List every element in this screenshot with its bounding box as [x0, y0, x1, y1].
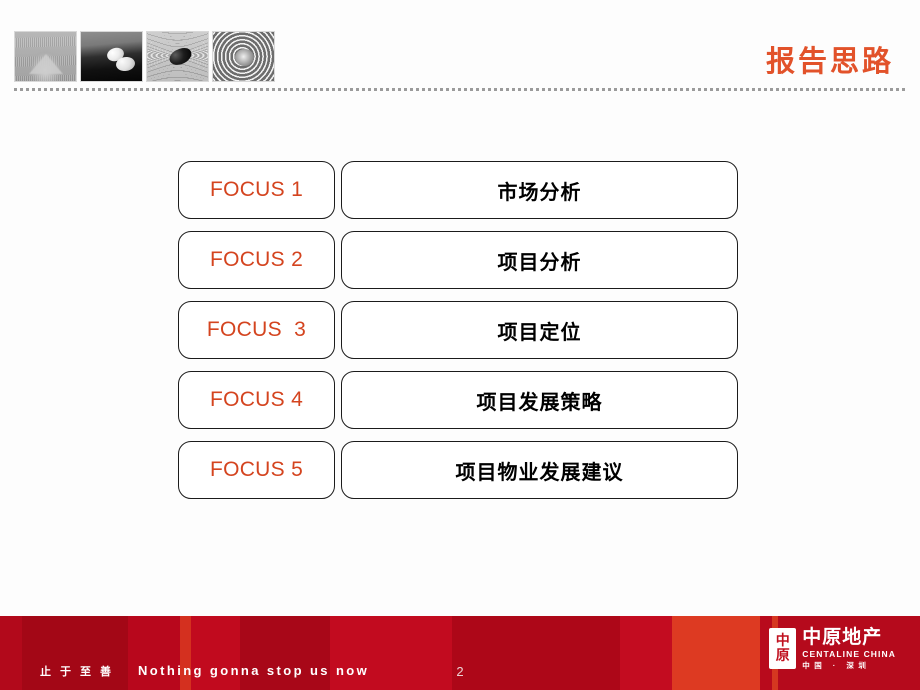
focus-label: FOCUS 5	[209, 458, 304, 481]
agenda-list: FOCUS 1 市场分析 FOCUS 2 项目分析 FOCUS 3 项目定位 F…	[178, 161, 738, 499]
header-image-strip	[14, 31, 275, 82]
logo-text-block: 中原地产 CENTALINE CHINA 中国 · 深圳	[802, 628, 896, 669]
agenda-row: FOCUS 3 项目定位	[178, 301, 738, 359]
topic-label: 项目分析	[497, 251, 582, 274]
white-pebbles-photo	[80, 31, 143, 82]
focus-label: FOCUS 3	[206, 318, 307, 341]
topic-label: 项目定位	[497, 321, 582, 344]
slide: 报告思路 FOCUS 1 市场分析 FOCUS 2 项目分析 FOCUS 3 项…	[0, 0, 920, 690]
sand-cone-photo	[14, 31, 77, 82]
black-pebble-ripples-photo	[146, 31, 209, 82]
logo-mark-char-top: 中	[775, 633, 790, 649]
focus-box-5[interactable]: FOCUS 5	[178, 441, 335, 499]
topic-box-5[interactable]: 项目物业发展建议	[341, 441, 738, 499]
logo-name-cn: 中原地产	[802, 627, 883, 648]
page-title: 报告思路	[765, 46, 894, 78]
focus-box-3[interactable]: FOCUS 3	[178, 301, 335, 359]
topic-box-4[interactable]: 项目发展策略	[341, 371, 738, 429]
topic-label: 市场分析	[497, 181, 582, 204]
logo-mark-char-bottom: 原	[775, 648, 790, 664]
slide-footer: 止于至善 Nothing gonna stop us now 2 中 原 中原地…	[0, 616, 920, 690]
centaline-logo-mark-icon: 中 原	[769, 628, 797, 669]
agenda-row: FOCUS 4 项目发展策略	[178, 371, 738, 429]
topic-label: 项目物业发展建议	[455, 461, 624, 484]
focus-label: FOCUS 1	[209, 178, 304, 201]
focus-label: FOCUS 2	[209, 248, 304, 271]
water-rings-photo	[212, 31, 275, 82]
logo-region: 中国 · 深圳	[802, 660, 871, 670]
topic-box-2[interactable]: 项目分析	[341, 231, 738, 289]
topic-label: 项目发展策略	[476, 391, 603, 414]
focus-label: FOCUS 4	[209, 388, 304, 411]
agenda-row: FOCUS 5 项目物业发展建议	[178, 441, 738, 499]
logo-name-en: CENTALINE CHINA	[802, 649, 896, 659]
focus-box-2[interactable]: FOCUS 2	[178, 231, 335, 289]
slide-header: 报告思路	[0, 0, 920, 92]
agenda-row: FOCUS 1 市场分析	[178, 161, 738, 219]
focus-box-4[interactable]: FOCUS 4	[178, 371, 335, 429]
centaline-logo: 中 原 中原地产 CENTALINE CHINA 中国 · 深圳	[769, 628, 896, 669]
topic-box-3[interactable]: 项目定位	[341, 301, 738, 359]
agenda-row: FOCUS 2 项目分析	[178, 231, 738, 289]
topic-box-1[interactable]: 市场分析	[341, 161, 738, 219]
header-divider	[14, 88, 906, 91]
focus-box-1[interactable]: FOCUS 1	[178, 161, 335, 219]
